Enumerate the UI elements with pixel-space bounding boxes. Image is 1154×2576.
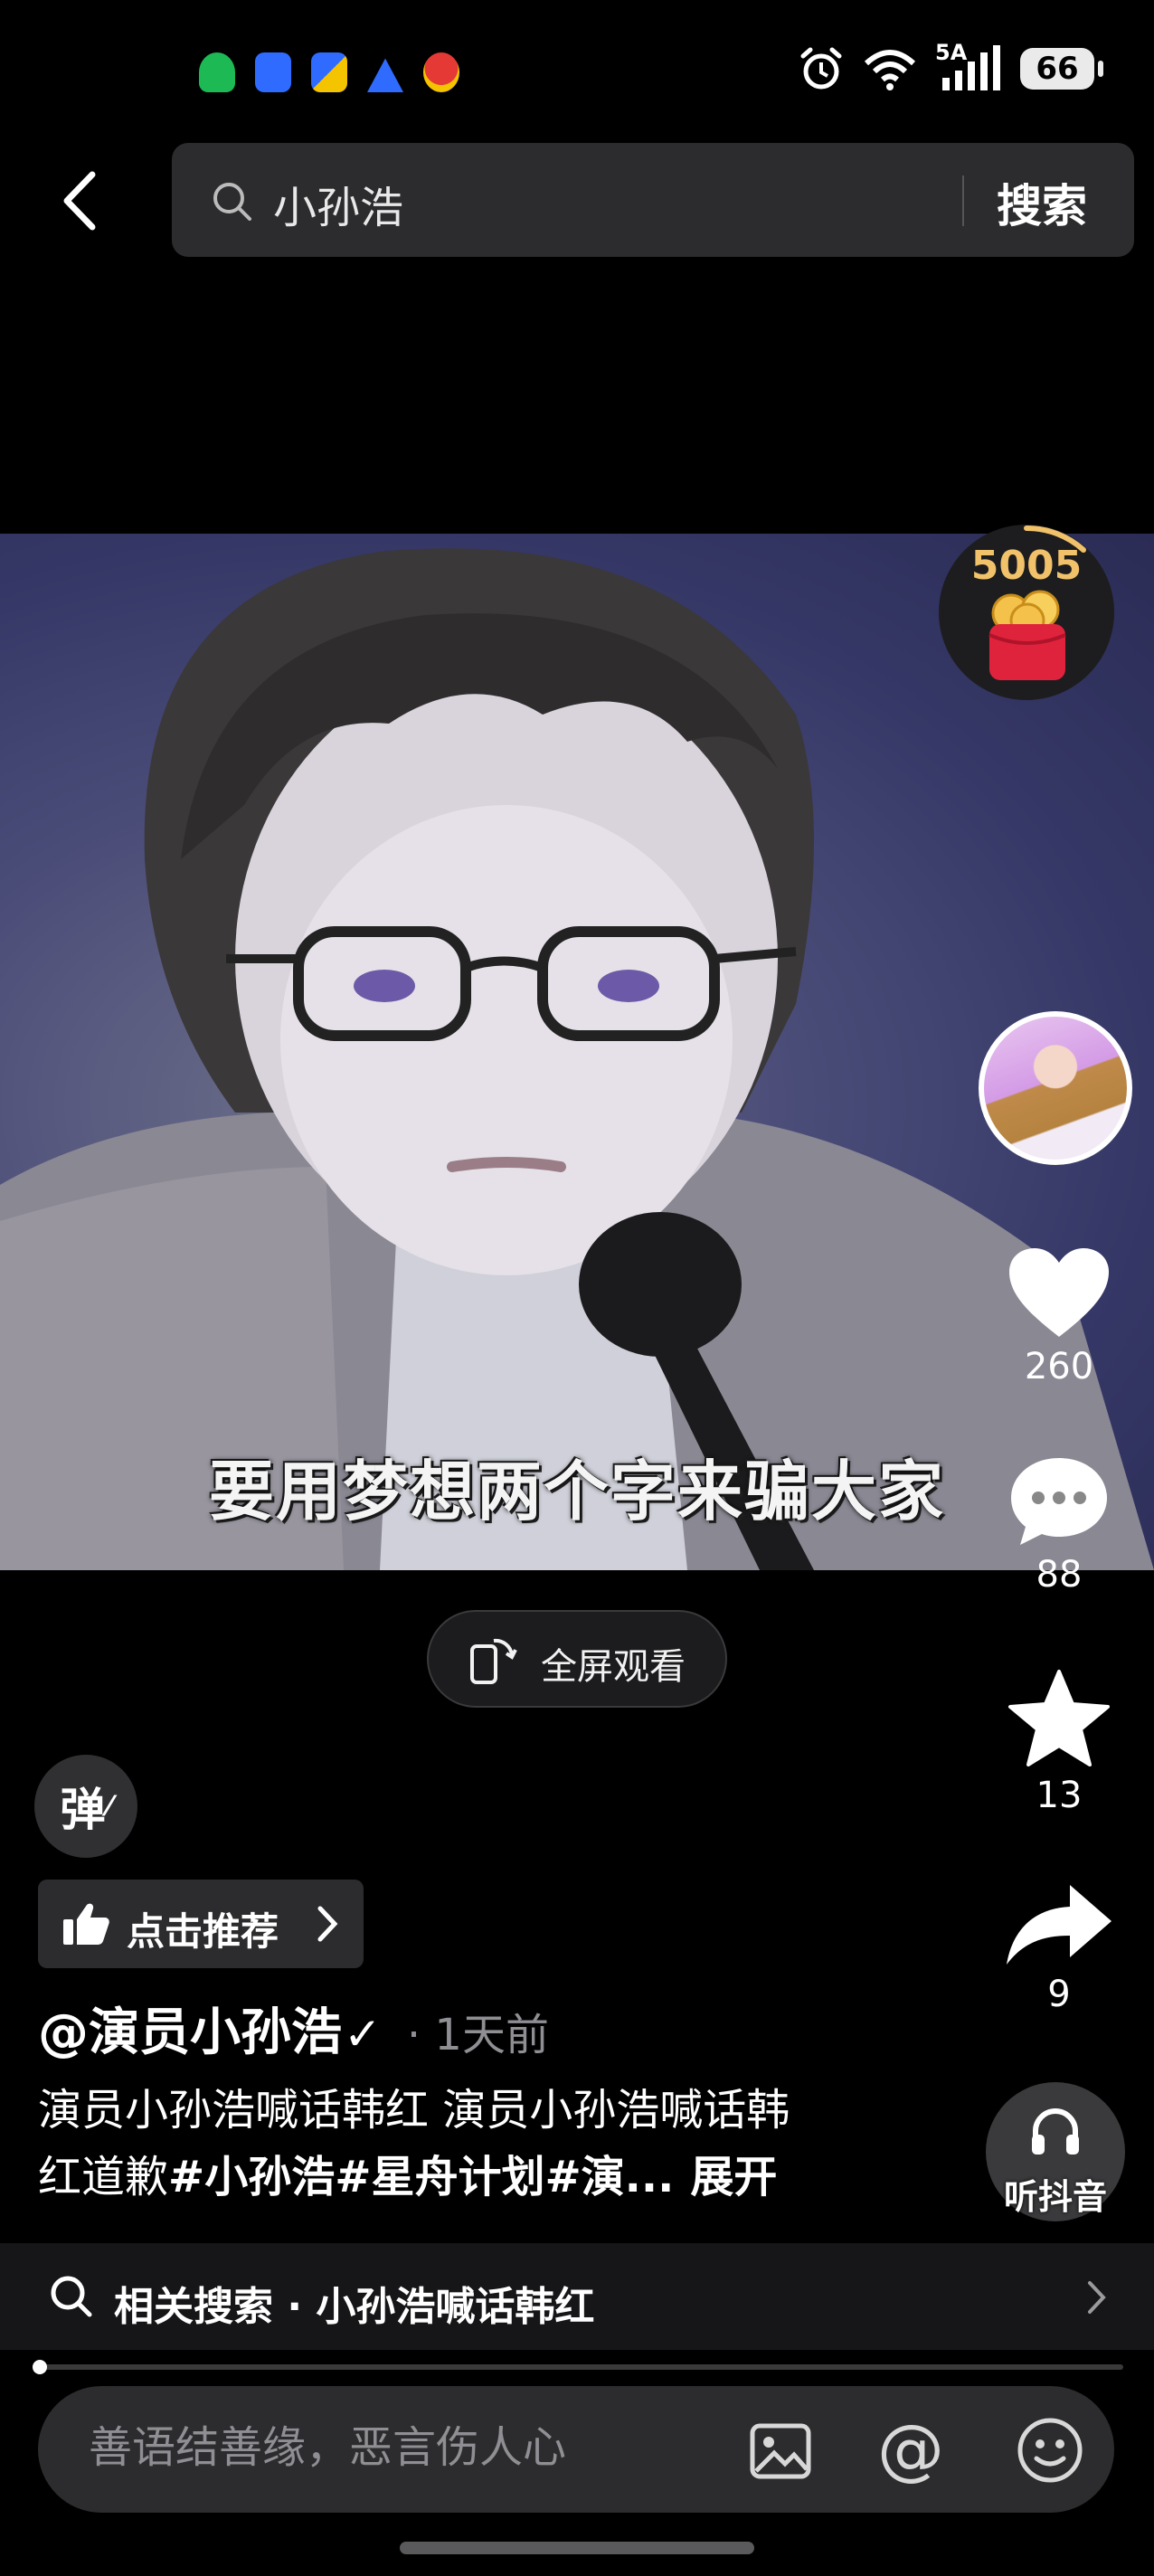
red-app-icon: [423, 52, 459, 92]
wifi-icon: [864, 50, 916, 90]
caption-hashtags[interactable]: #小孙浩#星舟计划#演...: [168, 2152, 674, 2202]
thumbs-up-icon: [63, 1903, 109, 1945]
reward-count: 5005: [970, 543, 1083, 589]
cellular-signal-icon: 5A: [935, 40, 1002, 92]
listen-douyin-button[interactable]: 听抖音: [986, 2082, 1125, 2221]
like-button[interactable]: 260: [995, 1245, 1123, 1387]
share-arrow-icon: [1007, 1885, 1111, 1965]
alarm-icon: [800, 47, 842, 90]
green-app-icon: [199, 52, 235, 92]
comment-count: 88: [1036, 1554, 1083, 1596]
blue-triangle-app-icon: [367, 58, 403, 92]
related-search-bar[interactable]: 相关搜索 · 小孙浩喊话韩红: [0, 2243, 1154, 2350]
caption-text: 红道歉: [38, 2152, 169, 2202]
expand-caption-button[interactable]: 展开: [690, 2152, 777, 2202]
notification-icons: [199, 52, 459, 92]
comment-bubble-icon: [1011, 1458, 1107, 1545]
video-caption[interactable]: 演员小孙浩喊话韩红 演员小孙浩喊话韩 红道歉#小孙浩#星舟计划#演... 展开: [38, 2077, 942, 2211]
danmaku-label: 弹: [60, 1784, 106, 1836]
listen-label: 听抖音: [1003, 2177, 1107, 2217]
blue-yellow-app-icon: [311, 52, 347, 92]
author-avatar[interactable]: [979, 1011, 1132, 1165]
comment-bar: @: [38, 2386, 1114, 2513]
search-submit-button[interactable]: 搜索: [997, 170, 1087, 235]
like-count: 260: [1024, 1346, 1094, 1387]
system-icons: 5A 66: [798, 40, 1103, 92]
share-button[interactable]: 9: [995, 1881, 1123, 2015]
search-icon: [213, 183, 251, 221]
recommend-label: 点击推荐: [127, 1909, 279, 1954]
fullscreen-label: 全屏观看: [541, 1646, 686, 1688]
reward-badge[interactable]: 5005: [939, 525, 1114, 700]
comment-button[interactable]: 88: [995, 1453, 1123, 1596]
caption-line-1: 演员小孙浩喊话韩红 演员小孙浩喊话韩: [38, 2085, 790, 2136]
danmaku-toggle[interactable]: 弹 ⁄: [34, 1755, 137, 1858]
favorite-button[interactable]: 13: [995, 1668, 1123, 1816]
red-envelope-icon: [988, 590, 1066, 680]
chevron-right-icon: [1088, 2281, 1106, 2314]
search-bar[interactable]: 小孙浩 搜索: [172, 143, 1134, 257]
author-name[interactable]: @演员小孙浩: [38, 1992, 342, 2065]
chevron-right-icon: [317, 1906, 338, 1942]
home-indicator[interactable]: [400, 2542, 754, 2554]
post-time: · 1天前: [406, 2010, 549, 2060]
fullscreen-button[interactable]: 全屏观看: [427, 1610, 727, 1708]
playback-scrubber[interactable]: [33, 2360, 48, 2374]
star-icon: [1008, 1670, 1110, 1766]
search-query[interactable]: 小孙浩: [273, 172, 403, 235]
playback-progress-bar[interactable]: [33, 2360, 1123, 2374]
mention-icon[interactable]: @: [877, 2413, 944, 2486]
favorite-count: 13: [1036, 1775, 1083, 1816]
related-search-label: 相关搜索 · 小孙浩喊话韩红: [114, 2284, 595, 2330]
blue-app-icon: [255, 52, 291, 92]
author-line: @演员小孙浩 ✓ · 1天前: [38, 1992, 549, 2065]
heart-icon: [1009, 1248, 1109, 1337]
headphones-icon: [1032, 2108, 1079, 2155]
back-arrow-icon: [63, 171, 96, 231]
image-picker-icon[interactable]: [749, 2422, 812, 2480]
recommend-button[interactable]: 点击推荐: [38, 1880, 364, 1968]
comment-input[interactable]: [89, 2422, 722, 2473]
search-divider: [962, 175, 964, 226]
battery-indicator: 66: [1020, 48, 1103, 90]
status-bar: 5A 66: [0, 0, 1154, 136]
caption-line-2: 红道歉#小孙浩#星舟计划#演... 展开: [38, 2144, 942, 2211]
rotate-screen-icon: [470, 1638, 517, 1684]
search-icon: [51, 2276, 92, 2317]
video-subtitle: 要用梦想两个字来骗大家: [208, 1454, 945, 1530]
back-button[interactable]: [54, 168, 105, 233]
share-count: 9: [1047, 1974, 1071, 2015]
emoji-icon[interactable]: [1015, 2415, 1085, 2486]
verified-check-icon: ✓: [344, 2008, 382, 2060]
danmaku-slash-icon: ⁄: [107, 1790, 112, 1823]
